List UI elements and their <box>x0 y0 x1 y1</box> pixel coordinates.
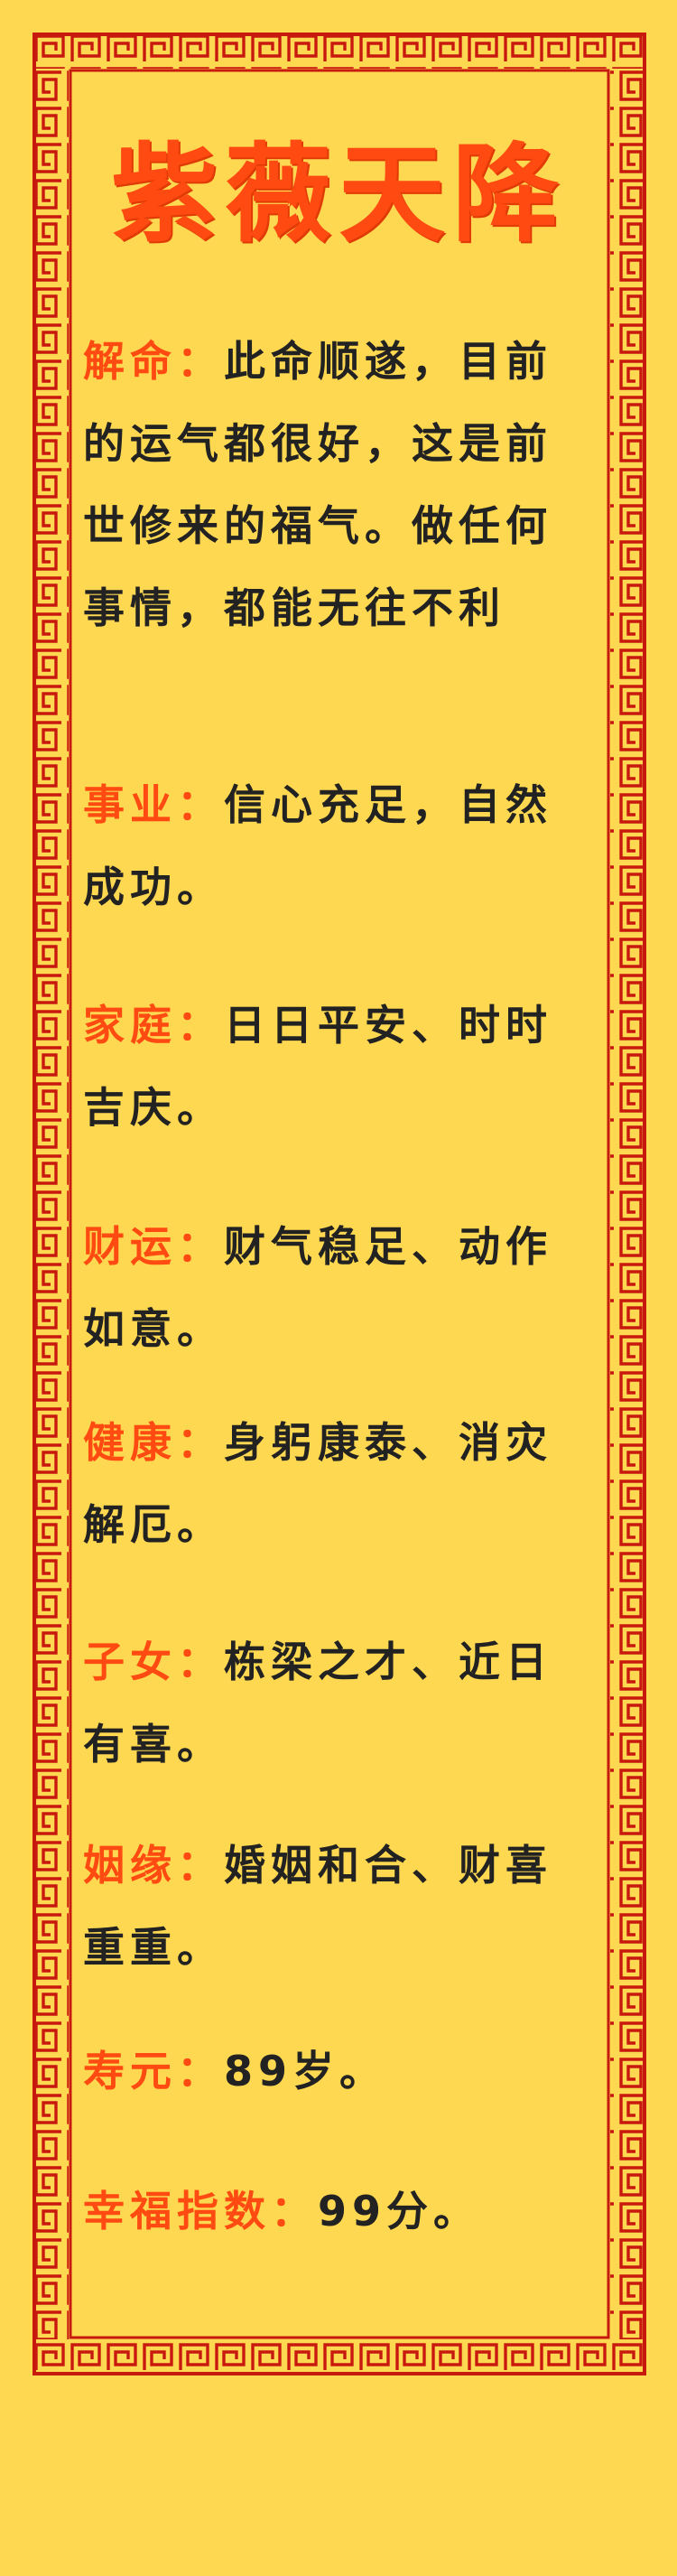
section-label: 姻缘： <box>83 1841 224 1890</box>
section-text: 99分。 <box>318 2187 481 2235</box>
section-children: 子女：栋梁之才、近日有喜。 <box>83 1621 594 1786</box>
section-fate: 解命：此命顺遂，目前的运气都很好，这是前世修来的福气。做任何事情，都能无往不利 <box>83 321 594 649</box>
section-wealth: 财运：财气稳足、动作如意。 <box>83 1206 594 1370</box>
section-happiness-index: 幸福指数：99分。 <box>83 2170 594 2253</box>
page-title: 紫薇天降 <box>110 131 566 257</box>
section-label: 健康： <box>83 1418 224 1467</box>
section-label: 解命： <box>83 337 224 386</box>
section-label: 寿元： <box>83 2047 224 2095</box>
section-label: 子女： <box>83 1638 224 1686</box>
section-text: 89岁。 <box>224 2047 387 2095</box>
section-label: 家庭： <box>83 1001 224 1050</box>
section-family: 家庭：日日平安、时时吉庆。 <box>83 985 594 1149</box>
section-label: 事业： <box>83 780 224 829</box>
section-lifespan: 寿元：89岁。 <box>83 2030 594 2113</box>
section-label: 幸福指数： <box>83 2187 318 2235</box>
section-career: 事业：信心充足，自然成功。 <box>83 764 594 929</box>
section-health: 健康：身躬康泰、消灾解厄。 <box>83 1402 594 1566</box>
section-label: 财运： <box>83 1222 224 1271</box>
section-marriage: 姻缘：婚姻和合、财喜重重。 <box>83 1825 594 1989</box>
